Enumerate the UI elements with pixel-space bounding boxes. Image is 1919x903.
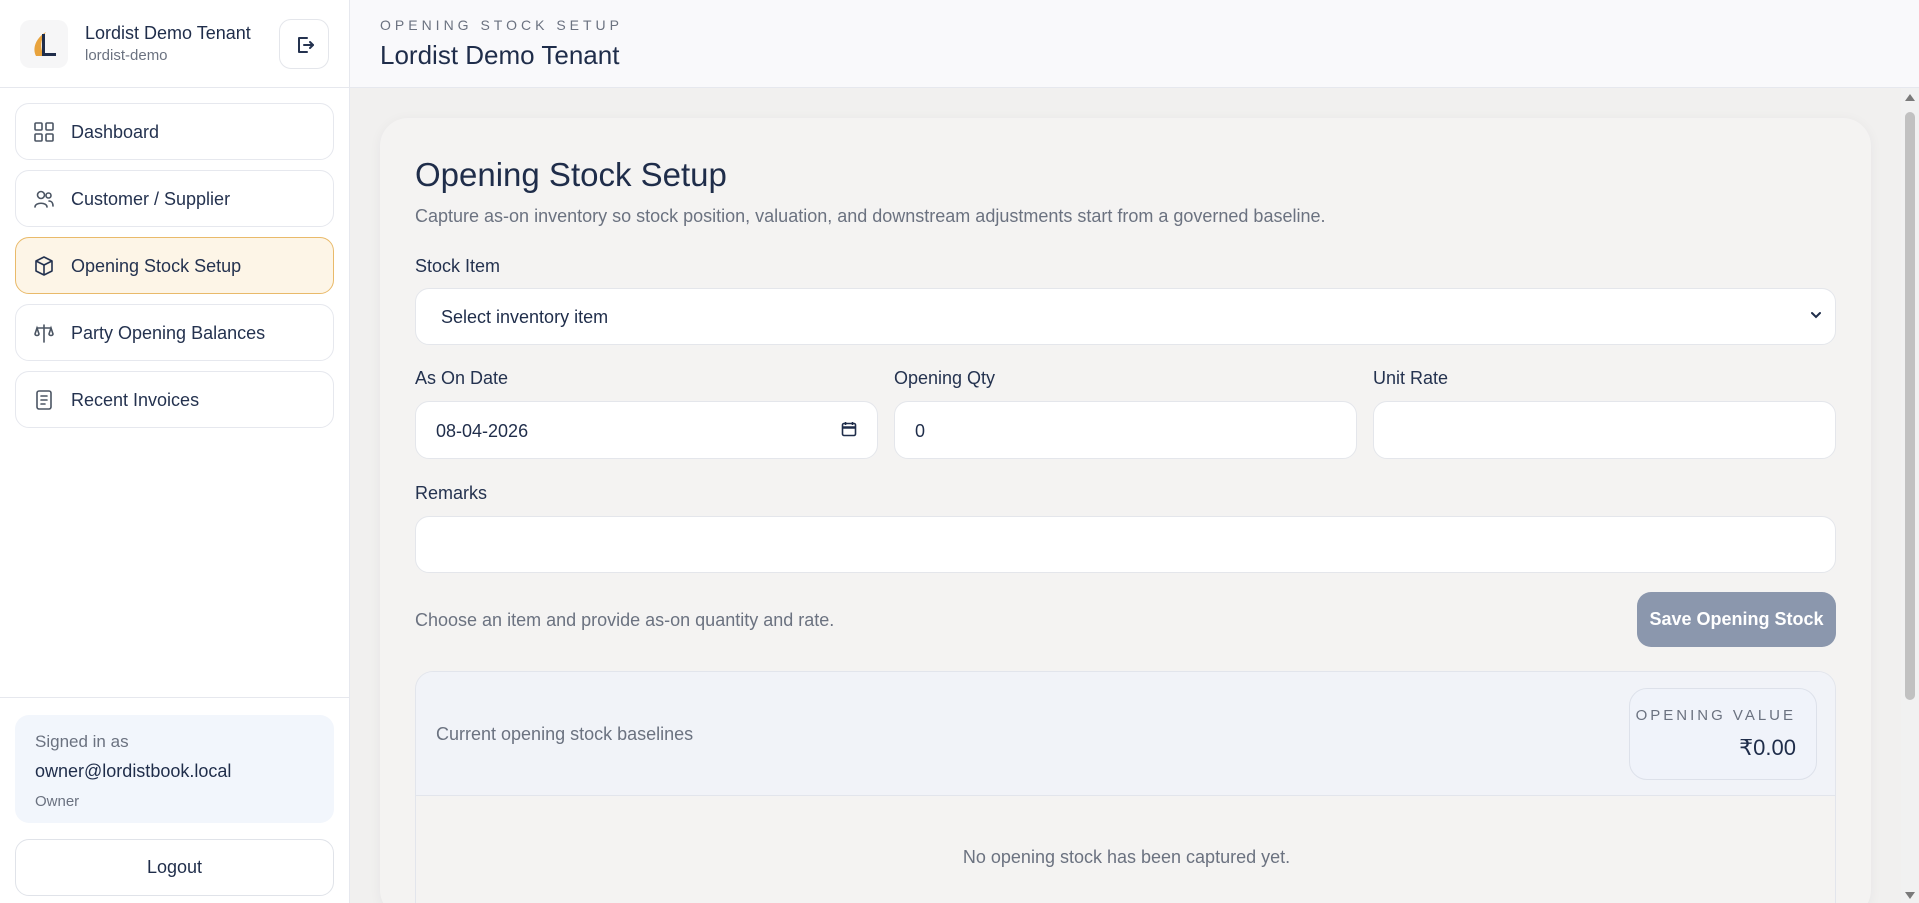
tenant-name: Lordist Demo Tenant [85, 23, 251, 43]
empty-state-message: No opening stock has been captured yet. [962, 847, 1291, 867]
opening-value-card: OPENING VALUE ₹0.00 [1629, 688, 1817, 780]
user-card: Signed in as owner@lordistbook.local Own… [15, 715, 334, 823]
unit-rate-input[interactable] [1373, 401, 1836, 459]
opening-qty-value: 0 [915, 421, 926, 441]
box-icon [35, 256, 53, 276]
page-eyebrow: OPENING STOCK SETUP [380, 17, 623, 33]
sidebar-item-label: Party Opening Balances [71, 323, 266, 343]
stock-item-selected-value: Select inventory item [441, 307, 609, 327]
opening-value-amount: ₹0.00 [1739, 735, 1796, 760]
as-on-date-label: As On Date [415, 368, 509, 388]
as-on-date-input[interactable]: 08-04-2026 [415, 401, 878, 459]
save-opening-stock-button[interactable]: Save Opening Stock [1637, 592, 1836, 647]
opening-qty-label: Opening Qty [894, 368, 996, 388]
remarks-input[interactable] [415, 516, 1836, 573]
brand-logo [20, 20, 68, 68]
opening-value-label: OPENING VALUE [1635, 707, 1796, 724]
sidebar: Lordist Demo Tenant lordist-demo Dashboa… [0, 0, 350, 903]
user-email: owner@lordistbook.local [35, 761, 232, 781]
page-title: Lordist Demo Tenant [380, 40, 620, 70]
opening-qty-input[interactable]: 0 [894, 401, 1357, 459]
sidebar-item-party-opening-balances[interactable]: Party Opening Balances [15, 304, 334, 361]
sidebar-item-label: Opening Stock Setup [71, 256, 242, 276]
exit-icon [298, 37, 314, 53]
sidebar-item-label: Customer / Supplier [71, 189, 231, 209]
sidebar-item-opening-stock-setup[interactable]: Opening Stock Setup [15, 237, 334, 294]
sidebar-item-recent-invoices[interactable]: Recent Invoices [15, 371, 334, 428]
exit-tenant-button[interactable] [279, 19, 329, 69]
baselines-panel: Current opening stock baselines OPENING … [415, 671, 1836, 903]
form-description: Capture as-on inventory so stock positio… [415, 206, 1326, 226]
sidebar-item-customer-supplier[interactable]: Customer / Supplier [15, 170, 334, 227]
user-role: Owner [35, 793, 80, 810]
scroll-down-arrow[interactable] [1905, 892, 1915, 899]
baselines-header: Current opening stock baselines OPENING … [416, 672, 1835, 796]
form-hint: Choose an item and provide as-on quantit… [415, 610, 835, 630]
form-title: Opening Stock Setup [415, 156, 727, 193]
stock-item-select[interactable]: Select inventory item [415, 288, 1836, 345]
page-header: OPENING STOCK SETUP Lordist Demo Tenant [350, 0, 1919, 88]
remarks-label: Remarks [415, 483, 488, 503]
scale-icon [34, 324, 54, 343]
chevron-down-icon [1811, 312, 1821, 319]
brand-header: Lordist Demo Tenant lordist-demo [0, 0, 349, 88]
opening-stock-card: Opening Stock Setup Capture as-on invent… [380, 118, 1871, 903]
users-icon [34, 190, 54, 208]
receipt-icon [36, 390, 52, 410]
signed-in-label: Signed in as [35, 732, 129, 751]
sidebar-item-label: Recent Invoices [71, 390, 200, 410]
scroll-up-arrow[interactable] [1905, 94, 1915, 101]
sidebar-item-label: Dashboard [71, 122, 160, 142]
logout-button[interactable]: Logout [15, 839, 334, 896]
unit-rate-label: Unit Rate [1373, 368, 1449, 388]
stock-item-label: Stock Item [415, 256, 501, 276]
page-scrollbar[interactable] [1901, 88, 1919, 903]
tenant-slug: lordist-demo [85, 47, 168, 64]
sidebar-footer: Signed in as owner@lordistbook.local Own… [0, 697, 349, 903]
as-on-date-value: 08-04-2026 [436, 421, 529, 441]
grid-icon [34, 122, 54, 142]
baselines-title: Current opening stock baselines [436, 724, 694, 744]
calendar-icon[interactable] [841, 421, 857, 437]
scroll-thumb[interactable] [1905, 112, 1915, 700]
sidebar-item-dashboard[interactable]: Dashboard [15, 103, 334, 160]
